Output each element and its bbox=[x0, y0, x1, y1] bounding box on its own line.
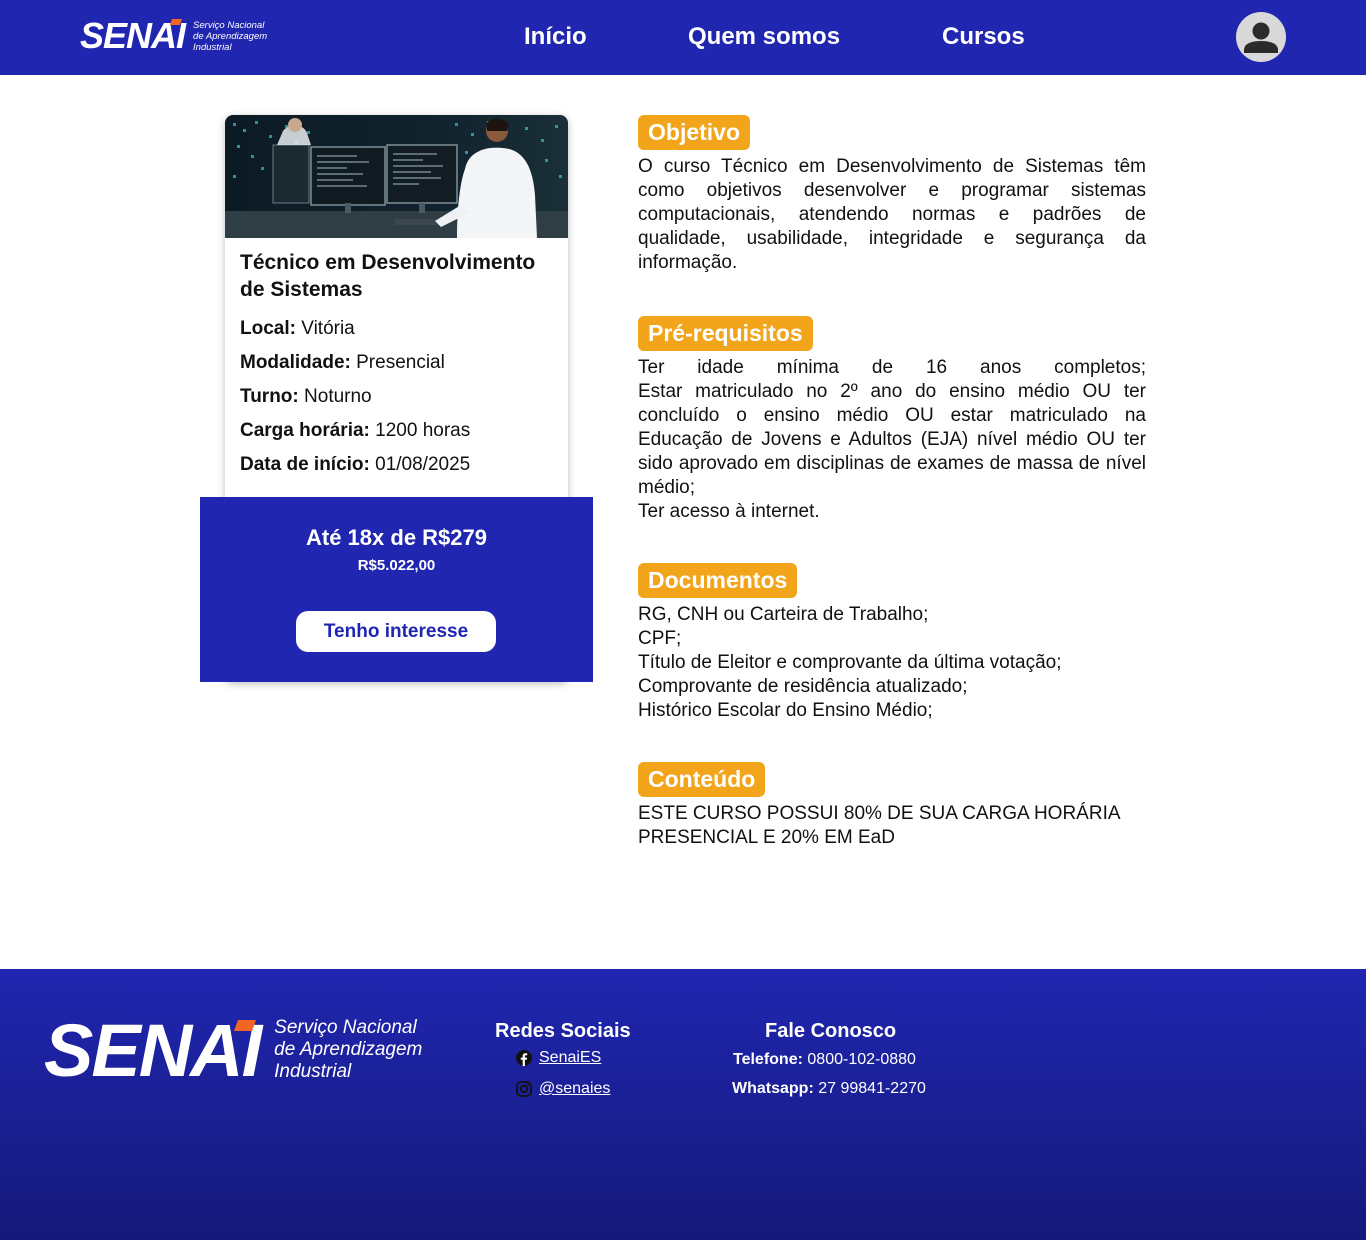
logo-subtitle-line: Serviço Nacional bbox=[193, 19, 265, 31]
nav-quem-somos[interactable]: Quem somos bbox=[688, 22, 840, 52]
social-title: Redes Sociais bbox=[495, 1020, 631, 1042]
contact-value: 0800-102-0880 bbox=[807, 1051, 916, 1068]
user-avatar[interactable] bbox=[1236, 12, 1286, 62]
contact-value: 27 99841-2270 bbox=[818, 1080, 926, 1097]
logo-subtitle-line: de Aprendizagem bbox=[193, 30, 268, 42]
instagram-icon bbox=[516, 1081, 532, 1097]
info-local: Local: Vitória bbox=[240, 317, 355, 341]
info-value: 1200 horas bbox=[375, 420, 471, 441]
section-title-documentos: Documentos bbox=[638, 563, 798, 598]
section-title-objetivo: Objetivo bbox=[638, 115, 751, 150]
section-body-documentos: RG, CNH ou Carteira de Trabalho; CPF; Tí… bbox=[638, 603, 1146, 723]
logo-wordmark: SENAI bbox=[80, 15, 186, 56]
facebook-icon bbox=[516, 1050, 532, 1066]
price-panel: Até 18x de R$279 R$5.022,00 Tenho intere… bbox=[200, 497, 593, 682]
footer-logo-wordmark: SENAI bbox=[44, 1009, 262, 1092]
section-body-objetivo: O curso Técnico em Desenvolvimento de Si… bbox=[638, 155, 1146, 275]
user-icon bbox=[1244, 22, 1278, 53]
contact-phone: Telefone: 0800-102-0880 bbox=[733, 1050, 916, 1070]
footer-senai-logo[interactable]: SENAI Serviço Nacional de Aprendizagem I… bbox=[44, 1009, 422, 1092]
info-label: Local: bbox=[240, 318, 296, 339]
section-body-prerequisitos: Ter idade mínima de 16 anos completos; E… bbox=[638, 356, 1146, 524]
footer-logo-subtitle: Serviço Nacional de Aprendizagem Industr… bbox=[274, 1017, 422, 1083]
contact-whatsapp: Whatsapp: 27 99841-2270 bbox=[732, 1079, 926, 1099]
prereq-item: Estar matriculado no 2º ano do ensino mé… bbox=[638, 381, 1146, 498]
section-title-prerequisitos: Pré-requisitos bbox=[638, 316, 813, 351]
conteudo-line: PRESENCIAL E 20% EM EaD bbox=[638, 827, 895, 848]
footer-logo-subtitle-line: Serviço Nacional bbox=[274, 1017, 417, 1038]
document-item: RG, CNH ou Carteira de Trabalho; bbox=[638, 604, 929, 625]
facebook-link[interactable]: SenaiES bbox=[516, 1049, 601, 1067]
info-label: Data de início: bbox=[240, 454, 370, 475]
footer-logo-subtitle-line: de Aprendizagem bbox=[274, 1039, 423, 1060]
nav-cursos[interactable]: Cursos bbox=[942, 22, 1025, 52]
contact-label: Whatsapp: bbox=[732, 1080, 814, 1097]
section-body-conteudo: ESTE CURSO POSSUI 80% DE SUA CARGA HORÁR… bbox=[638, 802, 1146, 850]
prereq-item: Ter acesso à internet. bbox=[638, 501, 820, 522]
course-photo bbox=[225, 115, 568, 238]
document-item: CPF; bbox=[638, 628, 682, 649]
document-item: Título de Eleitor e comprovante da últim… bbox=[638, 652, 1062, 673]
info-label: Turno: bbox=[240, 386, 299, 407]
info-carga-horaria: Carga horária: 1200 horas bbox=[240, 419, 470, 443]
course-title: Técnico em Desenvolvimento de Sistemas bbox=[240, 251, 536, 301]
interest-button[interactable]: Tenho interesse bbox=[296, 611, 496, 652]
info-turno: Turno: Noturno bbox=[240, 385, 372, 409]
info-value: Vitória bbox=[301, 318, 355, 339]
instagram-handle[interactable]: @senaies bbox=[539, 1080, 610, 1098]
logo-subtitle: Serviço Nacional de Aprendizagem Industr… bbox=[193, 20, 267, 53]
info-label: Carga horária: bbox=[240, 420, 370, 441]
info-label: Modalidade: bbox=[240, 352, 351, 373]
document-item: Comprovante de residência atualizado; bbox=[638, 676, 968, 697]
installment-price: Até 18x de R$279 bbox=[306, 525, 487, 550]
info-modalidade: Modalidade: Presencial bbox=[240, 351, 445, 375]
info-data-inicio: Data de início: 01/08/2025 bbox=[240, 453, 470, 477]
info-value: 01/08/2025 bbox=[375, 454, 471, 475]
info-value: Presencial bbox=[356, 352, 445, 373]
logo-subtitle-line: Industrial bbox=[193, 41, 232, 53]
contact-title: Fale Conosco bbox=[765, 1020, 897, 1042]
total-price: R$5.022,00 bbox=[357, 557, 436, 574]
document-item: Histórico Escolar do Ensino Médio; bbox=[638, 700, 933, 721]
objetivo-paragraph: O curso Técnico em Desenvolvimento de Si… bbox=[638, 156, 1146, 273]
footer-logo-subtitle-line: Industrial bbox=[274, 1061, 352, 1082]
instagram-link[interactable]: @senaies bbox=[516, 1080, 610, 1098]
top-navbar: SENAI Serviço Nacional de Aprendizagem I… bbox=[0, 0, 1366, 75]
footer: SENAI Serviço Nacional de Aprendizagem I… bbox=[0, 969, 1366, 1240]
facebook-handle[interactable]: SenaiES bbox=[539, 1049, 601, 1067]
section-title-conteudo: Conteúdo bbox=[638, 762, 766, 797]
nav-inicio[interactable]: Início bbox=[524, 22, 587, 52]
contact-label: Telefone: bbox=[733, 1051, 803, 1068]
senai-logo[interactable]: SENAI Serviço Nacional de Aprendizagem I… bbox=[80, 18, 267, 54]
conteudo-line: ESTE CURSO POSSUI 80% DE SUA CARGA HORÁR… bbox=[638, 803, 1121, 824]
info-value: Noturno bbox=[304, 386, 372, 407]
prereq-item: Ter idade mínima de 16 anos completos; bbox=[638, 357, 1146, 378]
